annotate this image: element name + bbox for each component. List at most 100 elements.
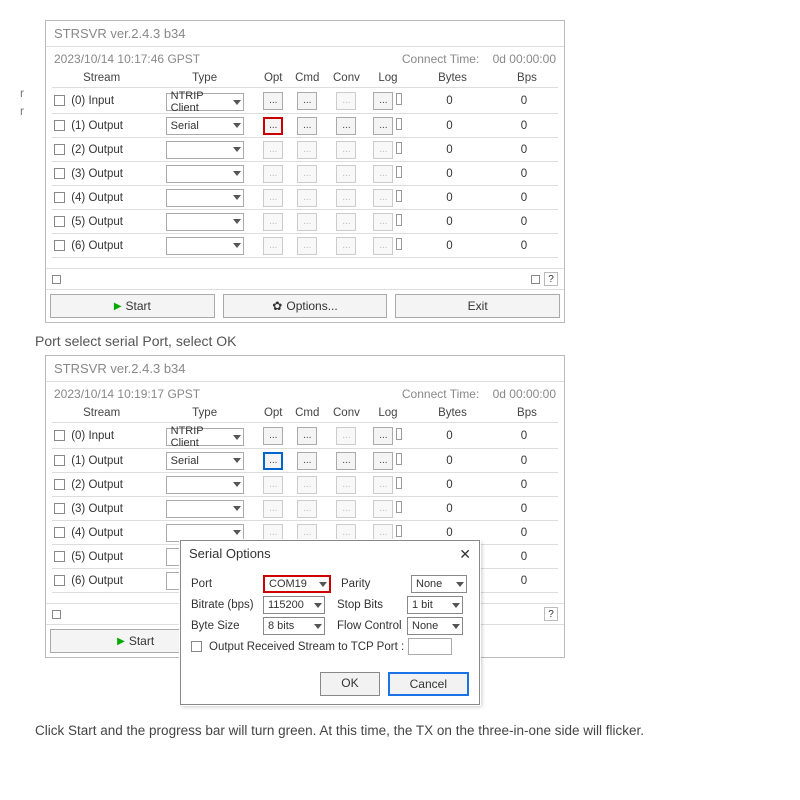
start-button[interactable]: ▶Start <box>50 294 215 318</box>
log-button[interactable]: ... <box>373 117 393 135</box>
type-combo[interactable] <box>166 165 244 183</box>
chevron-down-icon <box>456 582 464 587</box>
cancel-button[interactable]: Cancel <box>388 672 469 696</box>
chevron-down-icon <box>233 435 241 440</box>
type-combo[interactable] <box>166 237 244 255</box>
table-row: (3) Output ............00 <box>52 162 558 186</box>
log-button: ... <box>373 237 393 255</box>
conv-button: ... <box>336 476 356 494</box>
opt-button: ... <box>263 165 283 183</box>
bps-value: 0 <box>496 545 558 569</box>
gear-icon: ✿ <box>272 299 282 313</box>
type-combo[interactable] <box>166 141 244 159</box>
type-combo[interactable] <box>166 524 244 542</box>
cmd-button[interactable]: ... <box>297 452 317 470</box>
type-combo[interactable]: Serial <box>166 117 244 135</box>
status-bar: 2023/10/14 10:19:17 GPST Connect Time: 0… <box>46 382 564 404</box>
log-indicator <box>396 214 402 226</box>
bytes-value: 0 <box>409 210 496 234</box>
stream-checkbox[interactable] <box>54 479 65 490</box>
type-combo[interactable]: NTRIP Client <box>166 428 244 446</box>
type-combo[interactable] <box>166 213 244 231</box>
cmd-button: ... <box>297 476 317 494</box>
stopbits-combo[interactable]: 1 bit <box>407 596 463 614</box>
bps-value: 0 <box>496 88 558 114</box>
log-button[interactable]: ... <box>373 452 393 470</box>
cmd-button: ... <box>297 237 317 255</box>
stream-checkbox[interactable] <box>54 95 65 106</box>
stream-checkbox[interactable] <box>54 455 65 466</box>
col-opt: Opt <box>258 404 288 423</box>
bytesize-combo[interactable]: 8 bits <box>263 617 325 635</box>
col-bps: Bps <box>496 404 558 423</box>
opt-button[interactable]: ... <box>263 427 283 445</box>
stream-checkbox[interactable] <box>54 120 65 131</box>
table-row: (0) InputNTRIP Client............00 <box>52 88 558 114</box>
bitrate-label: Bitrate (bps) <box>191 599 259 611</box>
bytes-value: 0 <box>409 449 496 473</box>
cmd-button: ... <box>297 500 317 518</box>
type-combo[interactable] <box>166 500 244 518</box>
opt-button[interactable]: ... <box>263 117 283 135</box>
table-row: (2) Output ............00 <box>52 138 558 162</box>
stream-checkbox[interactable] <box>54 503 65 514</box>
log-button[interactable]: ... <box>373 427 393 445</box>
opt-button[interactable]: ... <box>263 452 283 470</box>
conv-button[interactable]: ... <box>336 452 356 470</box>
stream-checkbox[interactable] <box>54 575 65 586</box>
bitrate-combo[interactable]: 115200 <box>263 596 325 614</box>
close-icon[interactable]: ✕ <box>459 546 471 563</box>
exit-button[interactable]: Exit <box>395 294 560 318</box>
opt-button[interactable]: ... <box>263 92 283 110</box>
col-bytes: Bytes <box>409 404 496 423</box>
conv-button[interactable]: ... <box>336 117 356 135</box>
options-button[interactable]: ✿Options... <box>223 294 388 318</box>
help-button[interactable]: ? <box>544 272 558 286</box>
table-row: (3) Output ............00 <box>52 497 558 521</box>
button-bar: ▶Start ✿Options... Exit <box>46 289 564 322</box>
cmd-button[interactable]: ... <box>297 427 317 445</box>
parity-combo[interactable]: None <box>411 575 467 593</box>
chevron-down-icon <box>233 100 241 105</box>
log-indicator <box>396 190 402 202</box>
type-combo[interactable]: Serial <box>166 452 244 470</box>
conv-button: ... <box>336 92 356 110</box>
bytes-value: 0 <box>409 423 496 449</box>
status-bar: 2023/10/14 10:17:46 GPST Connect Time: 0… <box>46 47 564 69</box>
stream-checkbox[interactable] <box>54 192 65 203</box>
conv-button: ... <box>336 237 356 255</box>
table-row: (2) Output ............00 <box>52 473 558 497</box>
bps-value: 0 <box>496 210 558 234</box>
stream-checkbox[interactable] <box>54 240 65 251</box>
port-combo[interactable]: COM19 <box>263 575 331 593</box>
opt-button: ... <box>263 141 283 159</box>
help-button[interactable]: ? <box>544 607 558 621</box>
stream-checkbox[interactable] <box>54 144 65 155</box>
stream-checkbox[interactable] <box>54 527 65 538</box>
type-combo[interactable]: NTRIP Client <box>166 93 244 111</box>
cmd-button[interactable]: ... <box>297 92 317 110</box>
cmd-button: ... <box>297 165 317 183</box>
tcp-port-input[interactable] <box>408 638 452 655</box>
status-square <box>52 610 61 619</box>
col-bps: Bps <box>496 69 558 88</box>
type-combo[interactable] <box>166 189 244 207</box>
stream-checkbox[interactable] <box>54 168 65 179</box>
tray-icon[interactable] <box>531 275 540 284</box>
bps-value: 0 <box>496 234 558 258</box>
tcp-checkbox[interactable] <box>191 641 202 652</box>
ok-button[interactable]: OK <box>320 672 379 696</box>
log-button: ... <box>373 213 393 231</box>
cmd-button: ... <box>297 524 317 542</box>
stream-checkbox[interactable] <box>54 430 65 441</box>
flow-combo[interactable]: None <box>407 617 463 635</box>
port-label: Port <box>191 578 259 590</box>
tcp-label: Output Received Stream to TCP Port : <box>209 641 404 653</box>
stream-checkbox[interactable] <box>54 216 65 227</box>
log-button[interactable]: ... <box>373 92 393 110</box>
type-combo[interactable] <box>166 476 244 494</box>
stream-checkbox[interactable] <box>54 551 65 562</box>
chevron-down-icon <box>233 195 241 200</box>
log-indicator <box>396 166 402 178</box>
cmd-button[interactable]: ... <box>297 117 317 135</box>
